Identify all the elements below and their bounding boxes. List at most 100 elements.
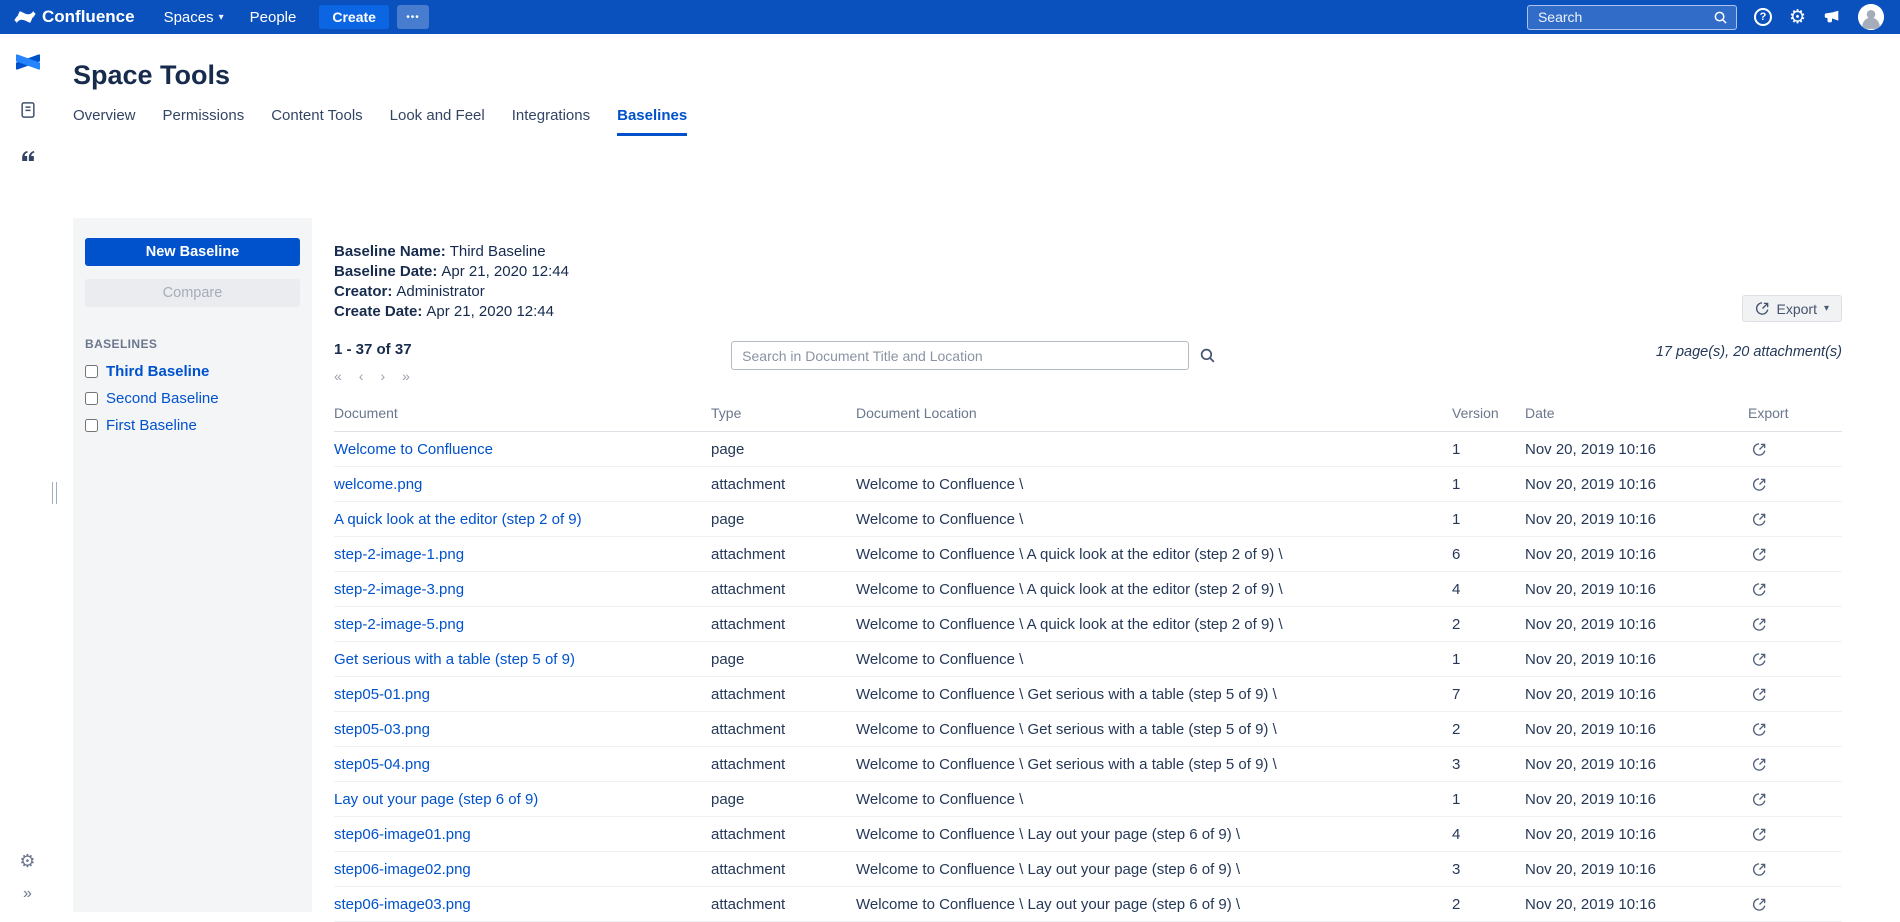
pager-button[interactable]: › <box>380 368 385 384</box>
document-link[interactable]: Lay out your page (step 6 of 9) <box>334 791 538 808</box>
more-button[interactable]: ••• <box>397 5 429 29</box>
pager-button[interactable]: « <box>334 368 342 384</box>
location-cell: Welcome to Confluence \ Get serious with… <box>856 712 1452 746</box>
row-export-icon[interactable] <box>1748 687 1767 702</box>
create-button[interactable]: Create <box>319 5 389 29</box>
row-export-icon[interactable] <box>1748 617 1767 632</box>
baselines-content: New Baseline Compare BASELINES Third Bas… <box>73 218 1842 912</box>
document-link[interactable]: step-2-image-3.png <box>334 581 464 598</box>
document-link[interactable]: step-2-image-5.png <box>334 616 464 633</box>
nav-item[interactable]: People <box>237 0 310 34</box>
compare-button[interactable]: Compare <box>85 279 300 307</box>
document-link[interactable]: step05-04.png <box>334 756 430 773</box>
detail-label: Creator: <box>334 283 392 300</box>
tab[interactable]: Integrations <box>512 107 590 136</box>
detail-value: Apr 21, 2020 12:44 <box>441 263 569 280</box>
baseline-checkbox[interactable] <box>85 365 98 378</box>
baseline-list-item: Third Baseline <box>85 363 300 380</box>
version-cell: 7 <box>1452 677 1525 711</box>
tab[interactable]: Content Tools <box>271 107 362 136</box>
row-export-icon[interactable] <box>1748 652 1767 667</box>
nav-item[interactable]: Spaces ▾ <box>151 0 237 34</box>
tab[interactable]: Look and Feel <box>390 107 485 136</box>
baseline-link[interactable]: Third Baseline <box>106 363 209 380</box>
export-cell <box>1748 677 1842 711</box>
column-header: Type <box>711 401 856 431</box>
row-export-icon[interactable] <box>1748 792 1767 807</box>
export-button[interactable]: Export ▾ <box>1742 295 1843 322</box>
document-link[interactable]: Get serious with a table (step 5 of 9) <box>334 651 575 668</box>
sidebar-resize-handle[interactable] <box>52 482 57 504</box>
location-cell: Welcome to Confluence \ <box>856 782 1452 816</box>
baseline-list-item: Second Baseline <box>85 390 300 407</box>
row-export-icon[interactable] <box>1748 547 1767 562</box>
document-link[interactable]: step05-03.png <box>334 721 430 738</box>
row-export-icon[interactable] <box>1748 827 1767 842</box>
export-cell <box>1748 432 1842 466</box>
table-row: Lay out your page (step 6 of 9) page Wel… <box>334 782 1842 817</box>
document-link[interactable]: step05-01.png <box>334 686 430 703</box>
tab[interactable]: Overview <box>73 107 136 136</box>
row-export-icon[interactable] <box>1748 862 1767 877</box>
column-header-label: Export <box>1748 405 1788 421</box>
export-cell <box>1748 782 1842 816</box>
document-cell: Get serious with a table (step 5 of 9) <box>334 642 711 676</box>
document-link[interactable]: step-2-image-1.png <box>334 546 464 563</box>
row-export-icon[interactable] <box>1748 897 1767 912</box>
gear-icon[interactable]: ⚙ <box>1789 8 1806 27</box>
baselines-panel: New Baseline Compare BASELINES Third Bas… <box>73 218 312 912</box>
confluence-home-link[interactable]: Confluence <box>14 6 135 28</box>
type-cell: attachment <box>711 712 856 746</box>
row-export-icon[interactable] <box>1748 757 1767 772</box>
date-cell: Nov 20, 2019 10:16 <box>1525 817 1748 851</box>
tab[interactable]: Permissions <box>163 107 245 136</box>
sidebar-item-pages[interactable] <box>18 100 38 120</box>
row-export-icon[interactable] <box>1748 477 1767 492</box>
baseline-checkbox[interactable] <box>85 392 98 405</box>
global-search-input[interactable] <box>1536 8 1713 26</box>
tab-label: Overview <box>73 107 136 124</box>
row-export-icon[interactable] <box>1748 582 1767 597</box>
baseline-link[interactable]: Second Baseline <box>106 390 219 407</box>
pagination: « ‹ › » <box>334 368 412 384</box>
type-cell: page <box>711 502 856 536</box>
document-search-input[interactable] <box>731 341 1189 370</box>
baseline-checkbox[interactable] <box>85 419 98 432</box>
help-icon[interactable]: ? <box>1754 8 1772 26</box>
document-link[interactable]: welcome.png <box>334 476 422 493</box>
space-settings-gear-icon[interactable]: ⚙ <box>19 852 35 870</box>
version-cell: 4 <box>1452 572 1525 606</box>
avatar[interactable] <box>1858 4 1884 30</box>
document-link[interactable]: step06-image02.png <box>334 861 471 878</box>
export-cell <box>1748 642 1842 676</box>
document-link[interactable]: A quick look at the editor (step 2 of 9) <box>334 511 582 528</box>
type-cell: attachment <box>711 677 856 711</box>
export-cell <box>1748 852 1842 886</box>
result-range: 1 - 37 of 37 <box>334 341 412 358</box>
sidebar-item-blog[interactable] <box>18 146 38 166</box>
type-cell: attachment <box>711 747 856 781</box>
export-cell <box>1748 607 1842 641</box>
row-export-icon[interactable] <box>1748 722 1767 737</box>
search-icon[interactable] <box>1199 347 1216 364</box>
document-link[interactable]: step06-image01.png <box>334 826 471 843</box>
detail-line: Baseline Date:Apr 21, 2020 12:44 <box>334 262 569 282</box>
document-link[interactable]: step06-image03.png <box>334 896 471 913</box>
baseline-link[interactable]: First Baseline <box>106 417 197 434</box>
detail-value: Apr 21, 2020 12:44 <box>426 303 554 320</box>
pager-button[interactable]: ‹ <box>359 368 364 384</box>
document-link[interactable]: Welcome to Confluence <box>334 441 493 458</box>
nav-item-label: People <box>250 9 297 26</box>
expand-sidebar-icon[interactable]: » <box>23 886 32 902</box>
pager-button[interactable]: » <box>402 368 410 384</box>
date-cell: Nov 20, 2019 10:16 <box>1525 467 1748 501</box>
megaphone-icon[interactable] <box>1823 8 1841 26</box>
search-icon[interactable] <box>1713 10 1728 25</box>
row-export-icon[interactable] <box>1748 512 1767 527</box>
row-export-icon[interactable] <box>1748 442 1767 457</box>
new-baseline-button[interactable]: New Baseline <box>85 238 300 266</box>
tab[interactable]: Baselines <box>617 107 687 136</box>
tab-label: Baselines <box>617 107 687 124</box>
space-logo[interactable] <box>16 50 40 74</box>
document-cell: step-2-image-1.png <box>334 537 711 571</box>
